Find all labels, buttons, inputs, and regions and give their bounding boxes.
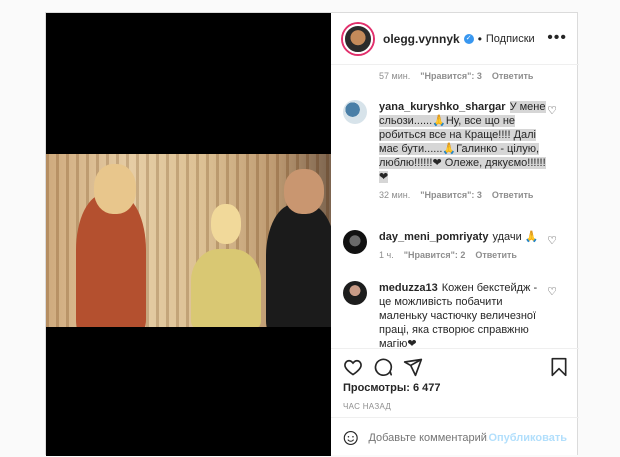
verified-icon: ✓	[463, 33, 474, 44]
comment-avatar[interactable]	[343, 230, 367, 254]
heart-icon[interactable]	[343, 357, 363, 377]
comment-body: day_meni_pomriyaty удачи 🙏	[379, 230, 547, 244]
post-actions	[331, 348, 579, 382]
follow-button[interactable]: Подписки	[486, 33, 535, 45]
comment-item: meduzza13 Кожен бекстейдж - це можливість…	[343, 281, 573, 348]
comment-username[interactable]: day_meni_pomriyaty	[379, 231, 488, 243]
separator-dot: •	[477, 31, 482, 46]
comment-time: 32 мин.	[379, 190, 411, 200]
heart-icon[interactable]: ♡	[547, 104, 557, 117]
comment-body: meduzza13 Кожен бекстейдж - це можливість…	[379, 281, 547, 348]
comment-input[interactable]	[368, 431, 489, 444]
comment-avatar[interactable]	[343, 281, 367, 305]
video-player[interactable]	[46, 13, 331, 456]
bookmark-icon[interactable]	[549, 357, 569, 377]
comment-text: У мене сльози......🙏Ну, все що не робить…	[379, 101, 546, 183]
comment-username[interactable]: meduzza13	[379, 282, 438, 294]
views-count[interactable]: Просмотры: 6 477	[343, 382, 441, 394]
comment-meta: 32 мин. "Нравится": 3 Ответить	[379, 190, 573, 200]
reply-button[interactable]: Ответить	[492, 190, 534, 200]
comment-avatar[interactable]	[343, 100, 367, 124]
person-middle-head	[211, 204, 241, 244]
comment-item: yana_kuryshko_shargar У мене сльози......…	[343, 100, 573, 200]
person-middle	[191, 249, 261, 327]
post-sidebar: olegg.vynnyk ✓ • Подписки ••• 57 мин. "Н…	[331, 13, 579, 456]
post-header: olegg.vynnyk ✓ • Подписки •••	[331, 13, 579, 65]
comments-list[interactable]: 57 мин. "Нравится": 3 Ответить yana_kury…	[331, 66, 579, 348]
post-username[interactable]: olegg.vynnyk	[383, 32, 460, 46]
comment-meta: 1 ч. "Нравится": 2 Ответить	[379, 250, 573, 260]
comment-text: удачи 🙏	[492, 231, 539, 243]
person-left-head	[94, 164, 136, 214]
add-comment-bar: Опубликовать	[331, 417, 579, 457]
reply-button[interactable]: Ответить	[492, 71, 534, 81]
comment-body: yana_kuryshko_shargar У мене сльози......…	[379, 100, 547, 184]
comment-item: day_meni_pomriyaty удачи 🙏 ♡ 1 ч. "Нравит…	[343, 230, 573, 260]
comment-likes[interactable]: "Нравится": 2	[404, 250, 466, 260]
comment-time: 57 мин.	[379, 71, 411, 81]
heart-icon[interactable]: ♡	[547, 234, 557, 247]
avatar[interactable]	[343, 23, 373, 54]
post-card: olegg.vynnyk ✓ • Подписки ••• 57 мин. "Н…	[45, 12, 579, 456]
video-frame[interactable]	[46, 154, 331, 327]
person-right	[266, 204, 331, 327]
reply-button[interactable]: Ответить	[475, 250, 517, 260]
heart-icon[interactable]: ♡	[547, 285, 557, 298]
share-icon[interactable]	[403, 357, 423, 377]
comment-time: 1 ч.	[379, 250, 394, 260]
comment-username[interactable]: yana_kuryshko_shargar	[379, 101, 506, 113]
publish-button[interactable]: Опубликовать	[488, 432, 567, 444]
post-time[interactable]: ЧАС НАЗАД	[343, 402, 391, 411]
comment-meta: 57 мин. "Нравится": 3 Ответить	[379, 71, 533, 81]
more-icon[interactable]: •••	[547, 29, 567, 47]
person-right-head	[284, 169, 324, 214]
comment-icon[interactable]	[373, 357, 393, 377]
comment-likes[interactable]: "Нравится": 3	[420, 190, 482, 200]
comment-likes[interactable]: "Нравится": 3	[420, 71, 482, 81]
emoji-icon[interactable]	[343, 428, 358, 448]
